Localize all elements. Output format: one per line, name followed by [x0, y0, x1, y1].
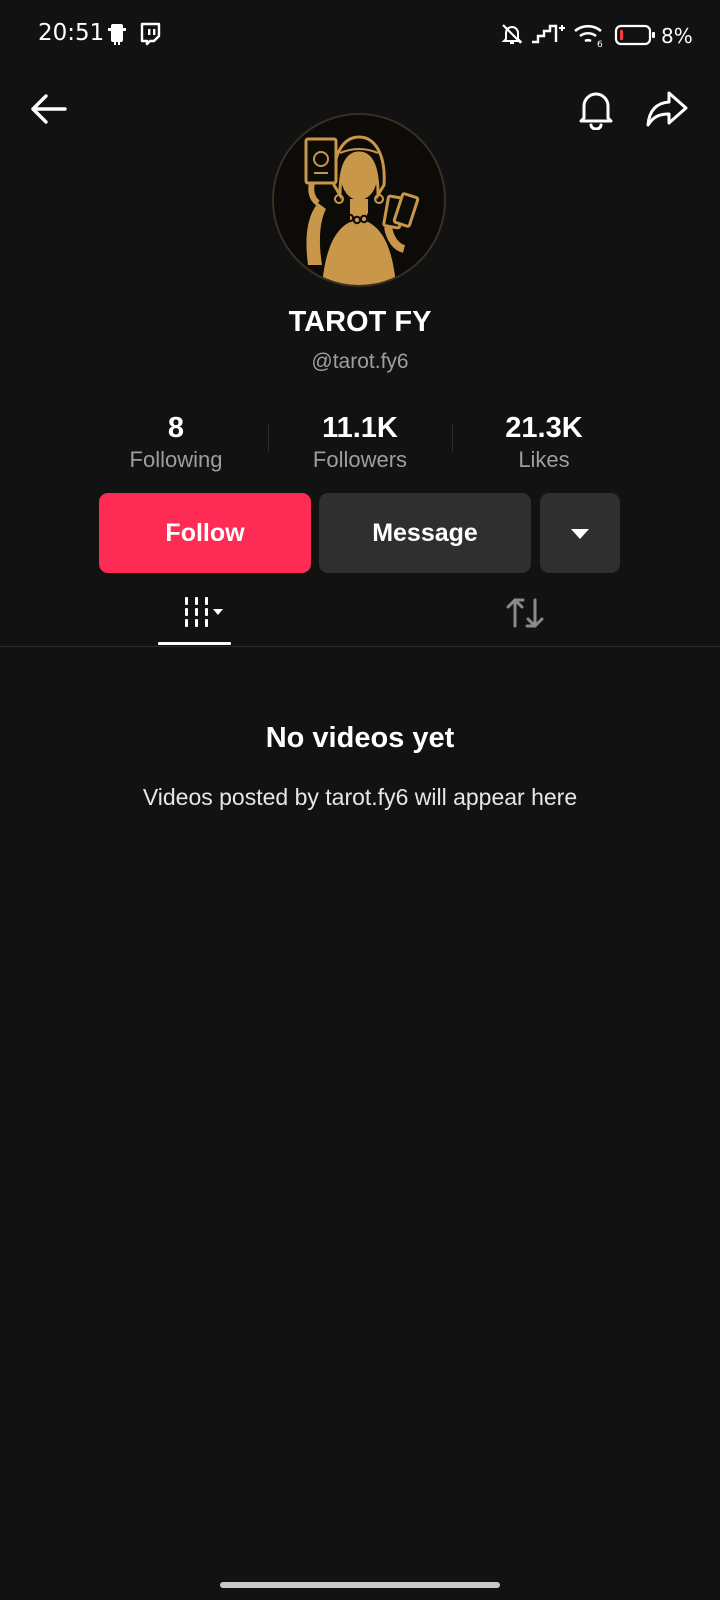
caret-down-icon: [569, 519, 591, 548]
repost-icon: [505, 594, 545, 637]
tab-videos[interactable]: [158, 585, 231, 645]
bell-icon: [576, 88, 616, 135]
notifications-button[interactable]: [571, 86, 621, 136]
stat-value: 8: [167, 412, 185, 444]
stat-value: 11.1K: [322, 412, 398, 444]
mute-icon: [500, 22, 524, 51]
stat-following[interactable]: 8 Following: [84, 410, 268, 474]
stat-label: Followers: [312, 447, 408, 472]
empty-state-title: No videos yet: [265, 722, 455, 754]
empty-state-subtitle: Videos posted by tarot.fy6 will appear h…: [142, 784, 578, 810]
stat-likes[interactable]: 21.3K Likes: [452, 410, 636, 474]
tab-reposts[interactable]: [490, 585, 560, 645]
notification-icon: [106, 22, 128, 51]
back-button[interactable]: [23, 86, 73, 136]
stat-label: Likes: [518, 447, 570, 472]
status-time: 20:51: [38, 20, 105, 46]
tab-selected-indicator: [158, 642, 231, 645]
svg-text:6: 6: [597, 40, 603, 48]
message-button[interactable]: Message: [319, 493, 531, 573]
battery-icon: [614, 23, 656, 52]
videos-grid-icon: [167, 595, 223, 636]
tarot-reader-avatar: [274, 115, 444, 285]
follow-button[interactable]: Follow: [99, 493, 311, 573]
stat-followers[interactable]: 11.1K Followers: [268, 410, 452, 474]
stat-value: 21.3K: [505, 412, 583, 444]
share-icon: [645, 89, 689, 134]
twitch-icon: [139, 22, 161, 51]
home-indicator[interactable]: [220, 1582, 500, 1588]
stat-label: Following: [129, 447, 223, 472]
wifi-icon: 6: [572, 22, 606, 53]
signal-icon: [530, 22, 566, 51]
more-options-button[interactable]: [540, 493, 620, 573]
arrow-left-icon: [28, 92, 68, 131]
username-handle: @tarot.fy6: [311, 350, 409, 373]
profile-avatar[interactable]: [272, 113, 446, 287]
battery-percent: 8%: [661, 24, 693, 48]
share-button[interactable]: [642, 86, 692, 136]
display-name: TAROT FY: [288, 306, 432, 338]
tabs-divider: [0, 646, 720, 647]
